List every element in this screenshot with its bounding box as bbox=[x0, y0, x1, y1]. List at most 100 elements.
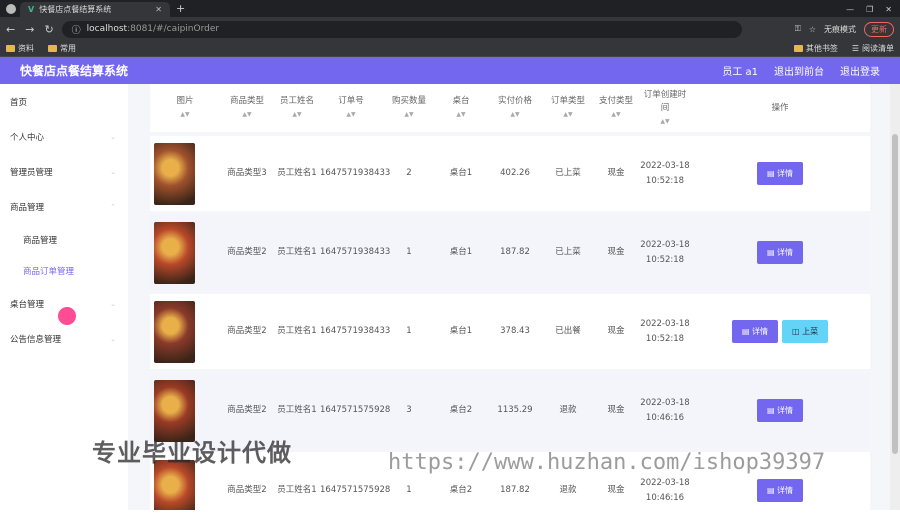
tab-title: 快餐店点餐结算系统 bbox=[39, 5, 112, 14]
sort-icon[interactable]: ▲▼ bbox=[592, 108, 640, 121]
reading-list-icon: ☰ bbox=[851, 44, 859, 53]
logout-link[interactable]: 退出登录 bbox=[840, 63, 880, 78]
sort-icon[interactable]: ▲▼ bbox=[436, 108, 486, 121]
sort-icon[interactable]: ▲▼ bbox=[544, 108, 592, 121]
document-icon: ▤ bbox=[766, 486, 778, 495]
forward-icon[interactable]: → bbox=[25, 23, 34, 36]
actions-cell: ▤ 详情 bbox=[690, 211, 870, 292]
column-header[interactable]: 商品类型 ▲▼ bbox=[220, 84, 274, 134]
folder-icon bbox=[48, 45, 57, 52]
cell-time: 2022-03-18 10:52:18 bbox=[640, 290, 690, 371]
key-icon[interactable]: ⚿ bbox=[795, 24, 801, 34]
detail-button[interactable]: ▤ 详情 bbox=[756, 399, 804, 422]
back-icon[interactable]: ← bbox=[6, 23, 15, 36]
sidebar-item-notices[interactable]: 公告信息管理 ⌄ bbox=[0, 321, 128, 356]
cell-order-no: 1647571938433 bbox=[320, 211, 390, 292]
sort-icon[interactable]: ▲▼ bbox=[150, 108, 220, 121]
document-icon: ▤ bbox=[766, 248, 778, 257]
cell-pay: 现金 bbox=[592, 290, 640, 371]
cell-table: 桌台1 bbox=[436, 290, 486, 371]
star-icon[interactable]: ☆ bbox=[809, 25, 816, 34]
update-button[interactable]: 更新 bbox=[864, 21, 894, 37]
reload-icon[interactable]: ↻ bbox=[44, 23, 53, 36]
document-icon: ▤ bbox=[741, 327, 752, 336]
column-header[interactable]: 员工姓名 ▲▼ bbox=[274, 84, 320, 134]
food-image bbox=[154, 221, 195, 284]
chevron-down-icon: ⌄ bbox=[110, 167, 116, 176]
incognito-label[interactable]: 无痕模式 bbox=[824, 24, 856, 35]
sort-icon[interactable]: ▲▼ bbox=[220, 108, 274, 121]
close-tab-icon[interactable]: ✕ bbox=[155, 5, 162, 14]
current-user: 员工 a1 bbox=[722, 67, 758, 78]
minimize-icon[interactable]: — bbox=[846, 5, 854, 14]
table-header-row: 图片 ▲▼ 商品类型 ▲▼ 员工姓名 ▲▼ 订单号 ▲▼ 购买数量 ▲▼ 桌台 ▲▼ 实付价格 ▲▼ 订单类… bbox=[150, 84, 870, 134]
sort-icon[interactable]: ▲▼ bbox=[486, 108, 544, 121]
sidebar-item-admin[interactable]: 管理员管理 ⌄ bbox=[0, 154, 128, 189]
column-header[interactable]: 订单号 ▲▼ bbox=[320, 84, 382, 134]
browser-tab[interactable]: V 快餐店点餐结算系统 ✕ bbox=[20, 2, 170, 17]
cell-order-type: 退款 bbox=[544, 369, 592, 450]
sort-icon[interactable]: ▲▼ bbox=[382, 108, 436, 121]
sort-icon[interactable]: ▲▼ bbox=[640, 115, 690, 128]
vue-logo-icon: V bbox=[28, 5, 35, 14]
browser-icon bbox=[6, 4, 16, 14]
bookmark-folder[interactable]: 常用 bbox=[48, 43, 76, 54]
sort-icon[interactable]: ▲▼ bbox=[320, 108, 382, 121]
app-title: 快餐店点餐结算系统 bbox=[20, 64, 129, 78]
serve-button[interactable]: ◫ 上菜 bbox=[782, 320, 829, 343]
sidebar-subitem-goods-orders[interactable]: 商品订单管理 bbox=[0, 255, 128, 286]
sidebar-item-goods[interactable]: 商品管理 ⌃ bbox=[0, 189, 128, 224]
app-header: 快餐店点餐结算系统 员工 a1 退出到前台 退出登录 bbox=[0, 57, 900, 84]
table-row: 商品类型3 员工姓名1 1647571938433 2 桌台1 402.26 已上菜 现金 20… bbox=[150, 132, 870, 213]
cell-pay: 现金 bbox=[592, 132, 640, 213]
back-to-front-link[interactable]: 退出到前台 bbox=[774, 63, 824, 78]
sort-icon[interactable]: ▲▼ bbox=[274, 108, 320, 121]
watermark-text: 专业毕业设计代做 bbox=[92, 439, 292, 467]
sidebar-item-profile[interactable]: 个人中心 ⌄ bbox=[0, 119, 128, 154]
cell-table: 桌台2 bbox=[436, 369, 486, 450]
detail-button[interactable]: ▤ 详情 bbox=[756, 241, 804, 264]
chevron-down-icon: ⌄ bbox=[110, 334, 116, 343]
scrollbar-thumb[interactable] bbox=[892, 134, 898, 454]
cell-type: 商品类型3 bbox=[220, 132, 274, 213]
cell-pay: 现金 bbox=[592, 369, 640, 450]
new-tab-icon[interactable]: + bbox=[176, 2, 185, 15]
detail-button[interactable]: ▤ 详情 bbox=[756, 479, 804, 502]
url-field[interactable]: ⓘ localhost:8081/#/caipinOrder bbox=[61, 20, 742, 38]
maximize-icon[interactable]: ❐ bbox=[866, 5, 873, 14]
column-header[interactable]: 桌台 ▲▼ bbox=[436, 84, 486, 134]
chevron-up-icon: ⌃ bbox=[110, 202, 116, 211]
food-image bbox=[154, 142, 195, 205]
food-image bbox=[154, 300, 195, 363]
bookmark-folder[interactable]: 资料 bbox=[6, 43, 34, 54]
column-header[interactable]: 购买数量 ▲▼ bbox=[382, 84, 436, 134]
reading-list[interactable]: ☰ 阅读清单 bbox=[852, 43, 894, 54]
vertical-scrollbar[interactable] bbox=[890, 84, 900, 510]
cell-staff: 员工姓名1 bbox=[274, 132, 320, 213]
sidebar-subitem-goods[interactable]: 商品管理 bbox=[0, 224, 128, 255]
cell-qty: 3 bbox=[382, 369, 436, 450]
other-bookmarks[interactable]: 其他书签 bbox=[793, 43, 838, 54]
watermark-url: https://www.huzhan.com/ishop39397 bbox=[388, 450, 826, 475]
cell-staff: 员工姓名1 bbox=[274, 290, 320, 371]
column-header[interactable]: 订单类型 ▲▼ bbox=[544, 84, 592, 134]
close-window-icon[interactable]: ✕ bbox=[885, 5, 892, 14]
sidebar-item-home[interactable]: 首页 bbox=[0, 84, 128, 119]
column-header[interactable]: 订单创建时间 ▲▼ bbox=[640, 84, 690, 134]
cell-qty: 1 bbox=[382, 211, 436, 292]
cell-type: 商品类型2 bbox=[220, 211, 274, 292]
column-header[interactable]: 实付价格 ▲▼ bbox=[486, 84, 544, 134]
detail-button[interactable]: ▤ 详情 bbox=[756, 162, 804, 185]
actions-cell: ▤ 详情 bbox=[690, 132, 870, 213]
cell-price: 402.26 bbox=[486, 132, 544, 213]
cell-order-no: 1647571938433 bbox=[320, 290, 390, 371]
column-header[interactable]: 支付类型 ▲▼ bbox=[592, 84, 640, 134]
cell-price: 378.43 bbox=[486, 290, 544, 371]
cell-order-no: 1647571575928 bbox=[320, 369, 390, 450]
cell-pay: 现金 bbox=[592, 211, 640, 292]
window-controls: — ❐ ✕ bbox=[838, 5, 900, 17]
bookmarks-bar: 资料 常用 其他书签 ☰ 阅读清单 bbox=[0, 41, 900, 57]
table-row: 商品类型2 员工姓名1 1647571938433 1 桌台1 378.43 已出餐 现金 20… bbox=[150, 290, 870, 371]
column-header[interactable]: 图片 ▲▼ bbox=[150, 84, 220, 134]
detail-button[interactable]: ▤ 详情 bbox=[731, 320, 778, 343]
